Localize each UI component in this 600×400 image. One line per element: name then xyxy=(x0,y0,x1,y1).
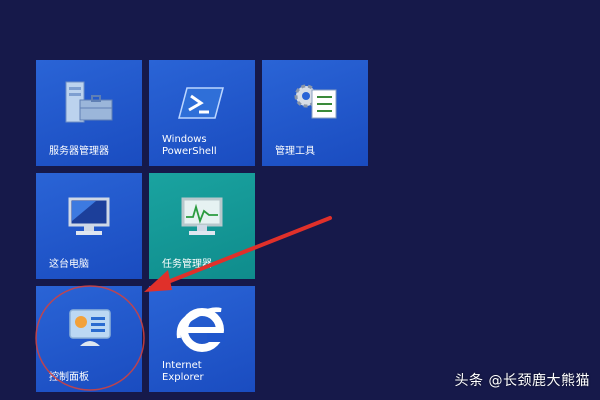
server-manager-icon xyxy=(65,81,113,123)
control-panel-icon xyxy=(69,309,111,346)
powershell-icon xyxy=(178,87,224,119)
watermark: 头条 @长颈鹿大熊猫 xyxy=(454,373,590,389)
tile-windows-powershell[interactable]: Windows PowerShell xyxy=(149,60,255,166)
tile-this-pc[interactable]: 这台电脑 xyxy=(36,173,142,279)
tile-server-manager[interactable]: 服务器管理器 xyxy=(36,60,142,166)
tile-internet-explorer[interactable]: Internet Explorer xyxy=(149,286,255,392)
tile-label: Windows PowerShell xyxy=(162,134,217,157)
admin-tools-icon xyxy=(294,84,337,119)
tile-label: 管理工具 xyxy=(275,146,315,157)
task-manager-icon xyxy=(181,197,223,235)
tile-label: 这台电脑 xyxy=(49,259,89,270)
tile-admin-tools[interactable]: 管理工具 xyxy=(262,60,368,166)
internet-explorer-icon xyxy=(176,307,225,352)
tile-label: Internet Explorer xyxy=(162,360,204,383)
tile-control-panel[interactable]: 控制面板 xyxy=(36,286,142,392)
tile-label: 服务器管理器 xyxy=(49,146,109,157)
this-pc-icon xyxy=(68,197,110,235)
tile-label: 控制面板 xyxy=(49,372,89,383)
tile-task-manager[interactable]: 任务管理器 xyxy=(149,173,255,279)
tile-label: 任务管理器 xyxy=(162,259,212,270)
